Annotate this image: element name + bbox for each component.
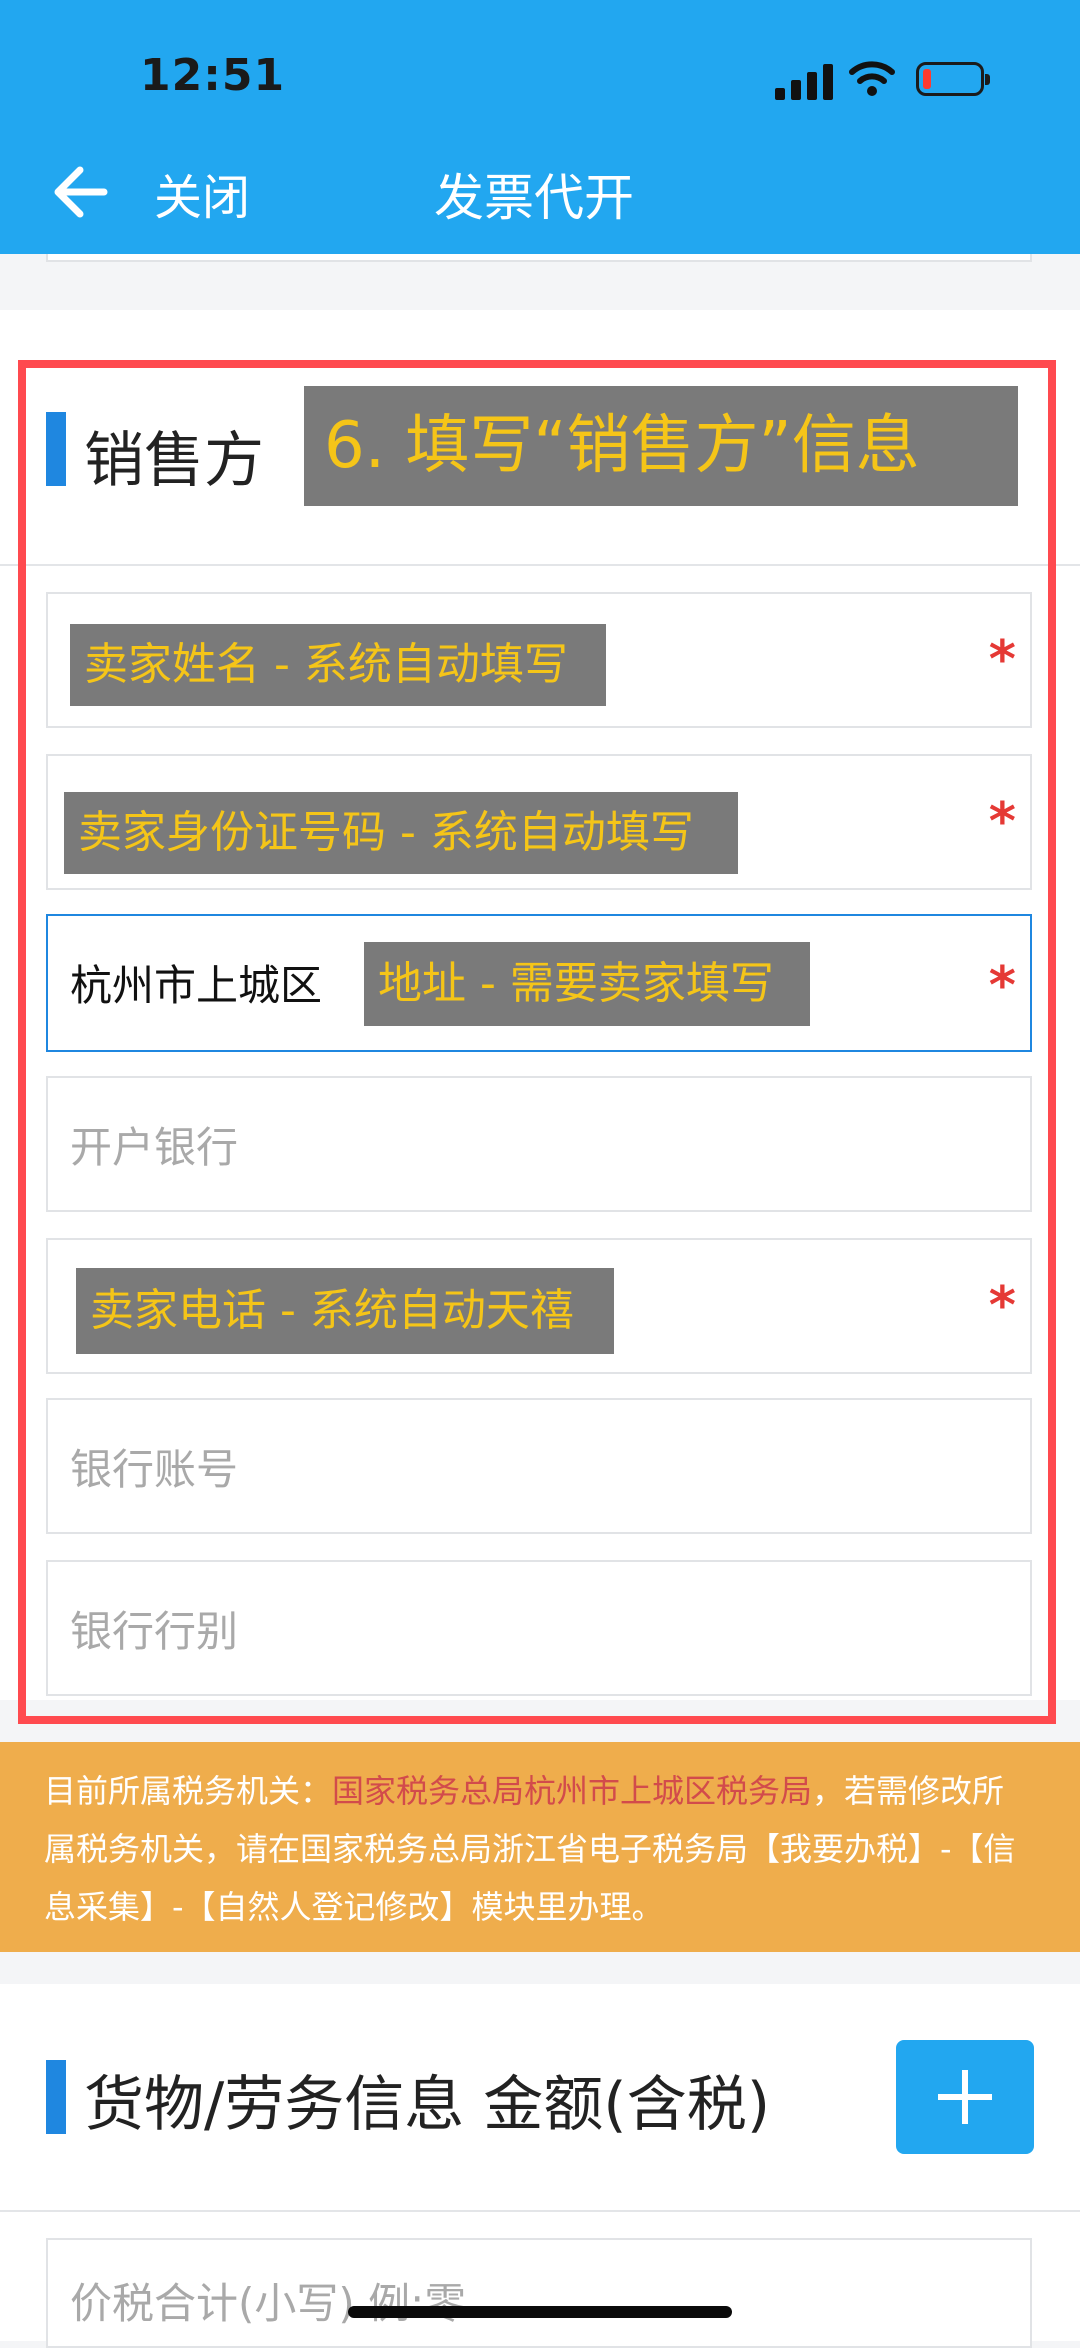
- status-time: 12:51: [140, 50, 286, 101]
- wifi-icon: [849, 61, 895, 96]
- signal-icon: [775, 62, 837, 100]
- section-accent-bar: [46, 2060, 66, 2134]
- goods-section-title: 货物/劳务信息 金额(含税): [84, 2070, 771, 2140]
- tax-authority-name: 国家税务总局杭州市上城区税务局: [332, 1772, 813, 1810]
- battery-icon: [916, 62, 990, 96]
- section-divider: [0, 2210, 1080, 2212]
- page-title: 发票代开: [434, 169, 634, 227]
- total-amount-placeholder: 价税合计(小写) 例:零: [70, 2279, 467, 2328]
- highlight-box: [18, 360, 1056, 1724]
- close-button[interactable]: 关闭: [154, 158, 250, 228]
- tax-authority-notice: 目前所属税务机关：国家税务总局杭州市上城区税务局，若需修改所属税务机关，请在国家…: [0, 1742, 1080, 1952]
- notice-prefix: 目前所属税务机关：: [44, 1772, 333, 1810]
- previous-field-edge: [46, 254, 1032, 262]
- goods-section: 货物/劳务信息 金额(含税) 价税合计(小写) 例:零: [0, 1984, 1080, 2348]
- add-goods-button[interactable]: [896, 2040, 1034, 2154]
- back-arrow-icon[interactable]: [52, 164, 108, 220]
- home-indicator[interactable]: [348, 2306, 732, 2318]
- total-amount-field[interactable]: 价税合计(小写) 例:零: [46, 2238, 1032, 2348]
